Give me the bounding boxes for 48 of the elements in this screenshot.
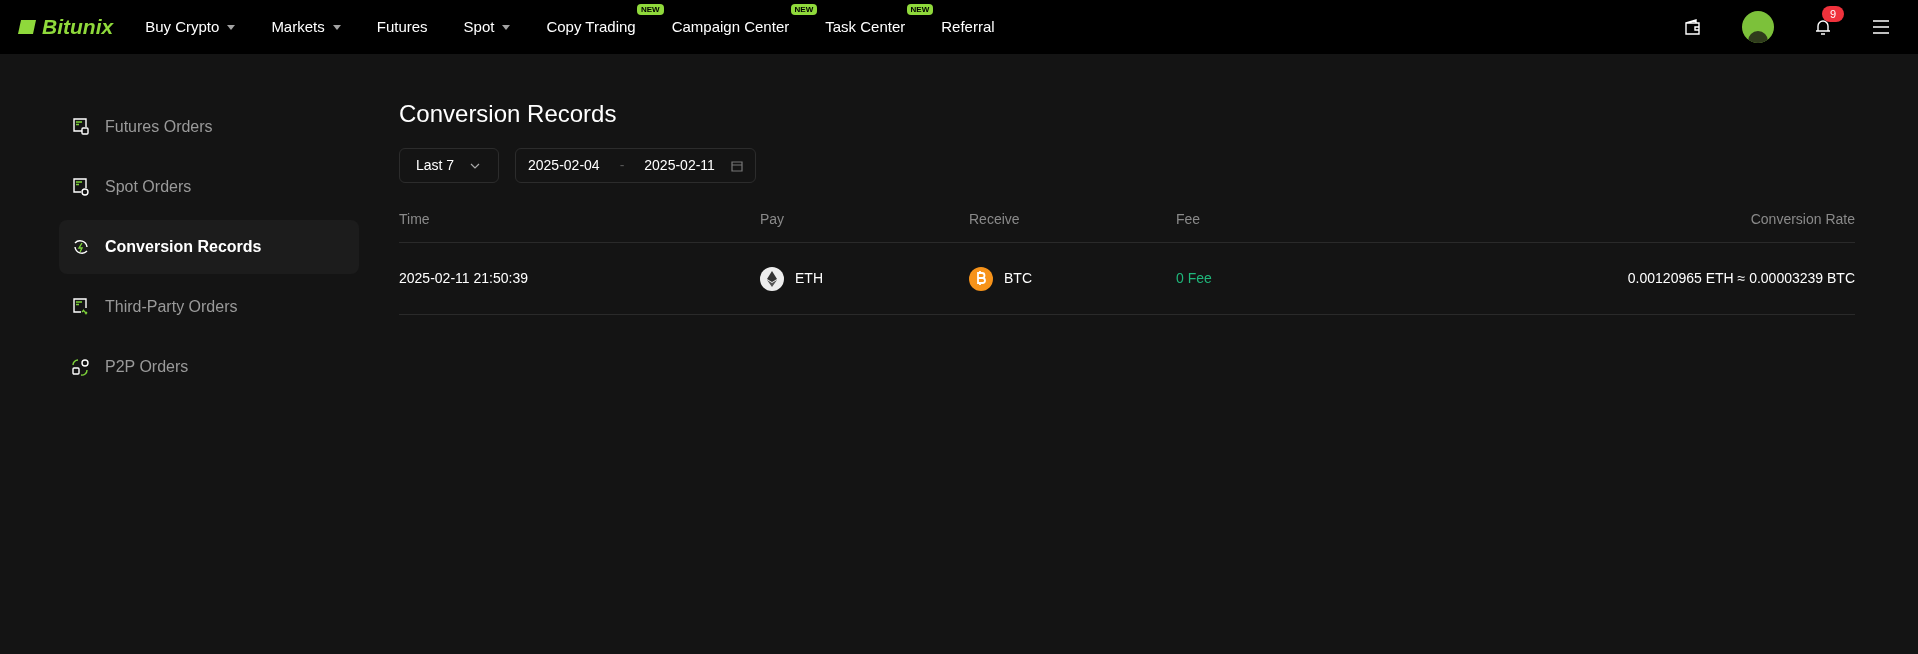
document-circle-icon: [71, 178, 89, 196]
notification-bell-icon[interactable]: [1814, 18, 1832, 36]
column-header: Time: [399, 210, 431, 229]
start-date: 2025-02-04: [528, 156, 600, 175]
new-badge: NEW: [637, 3, 664, 15]
nav-link[interactable]: Spot: [463, 15, 511, 39]
date-range-field[interactable]: 2025-02-04 - 2025-02-11: [515, 148, 756, 183]
document-square-icon: [71, 118, 89, 136]
caret-icon: [332, 24, 341, 30]
table-cell-text: 0 Fee: [1176, 269, 1213, 288]
document-link-icon: [71, 298, 89, 316]
page-title: Conversion Records: [399, 102, 618, 126]
notification-count-badge: 9: [1822, 6, 1845, 22]
cycle-bolt-icon: [71, 238, 89, 256]
sidebar-item[interactable]: P2P Orders: [59, 340, 359, 394]
logo-icon: [16, 18, 38, 36]
nav-link[interactable]: Futures: [376, 15, 428, 39]
new-badge: NEW: [906, 3, 934, 15]
nav-link[interactable]: Referral: [941, 15, 995, 39]
chevron-down-icon: [470, 162, 481, 169]
nav-link[interactable]: Buy Crypto: [145, 15, 236, 39]
wallet-icon[interactable]: [1684, 18, 1702, 36]
end-date: 2025-02-11: [644, 156, 715, 175]
diamond-coin-icon: [760, 266, 784, 291]
nav-link[interactable]: Markets: [271, 15, 341, 39]
date-separator: -: [619, 156, 625, 175]
caret-icon: [227, 24, 236, 30]
column-header: Pay: [760, 210, 786, 229]
avatar[interactable]: [1742, 11, 1774, 43]
sidebar-item[interactable]: Spot Orders: [59, 160, 359, 214]
sidebar-item[interactable]: Futures Orders: [59, 100, 359, 154]
period-dropdown[interactable]: Last 7: [399, 148, 499, 183]
column-header: Conversion Rate: [1750, 210, 1855, 229]
table-cell-text: BTC: [1004, 269, 1032, 288]
table-cell-text: 2025-02-11 21:50:39: [399, 269, 529, 288]
shapes-exchange-icon: [71, 358, 89, 376]
bitcoin-icon: [969, 266, 993, 291]
caret-icon: [502, 24, 511, 30]
column-header: Fee: [1176, 210, 1202, 229]
sidebar-item[interactable]: Conversion Records: [59, 220, 359, 274]
table-cell-text: 0.00120965 ETH ≈ 0.00003239 BTC: [1627, 269, 1855, 288]
sidebar-item[interactable]: Third-Party Orders: [59, 280, 359, 334]
table-cell-text: ETH: [795, 269, 823, 288]
calendar-icon: [730, 159, 743, 172]
column-header: Receive: [969, 210, 1021, 229]
new-badge: NEW: [790, 3, 818, 15]
logo-text: Bitunix: [42, 14, 114, 41]
menu-icon[interactable]: [1872, 20, 1890, 34]
